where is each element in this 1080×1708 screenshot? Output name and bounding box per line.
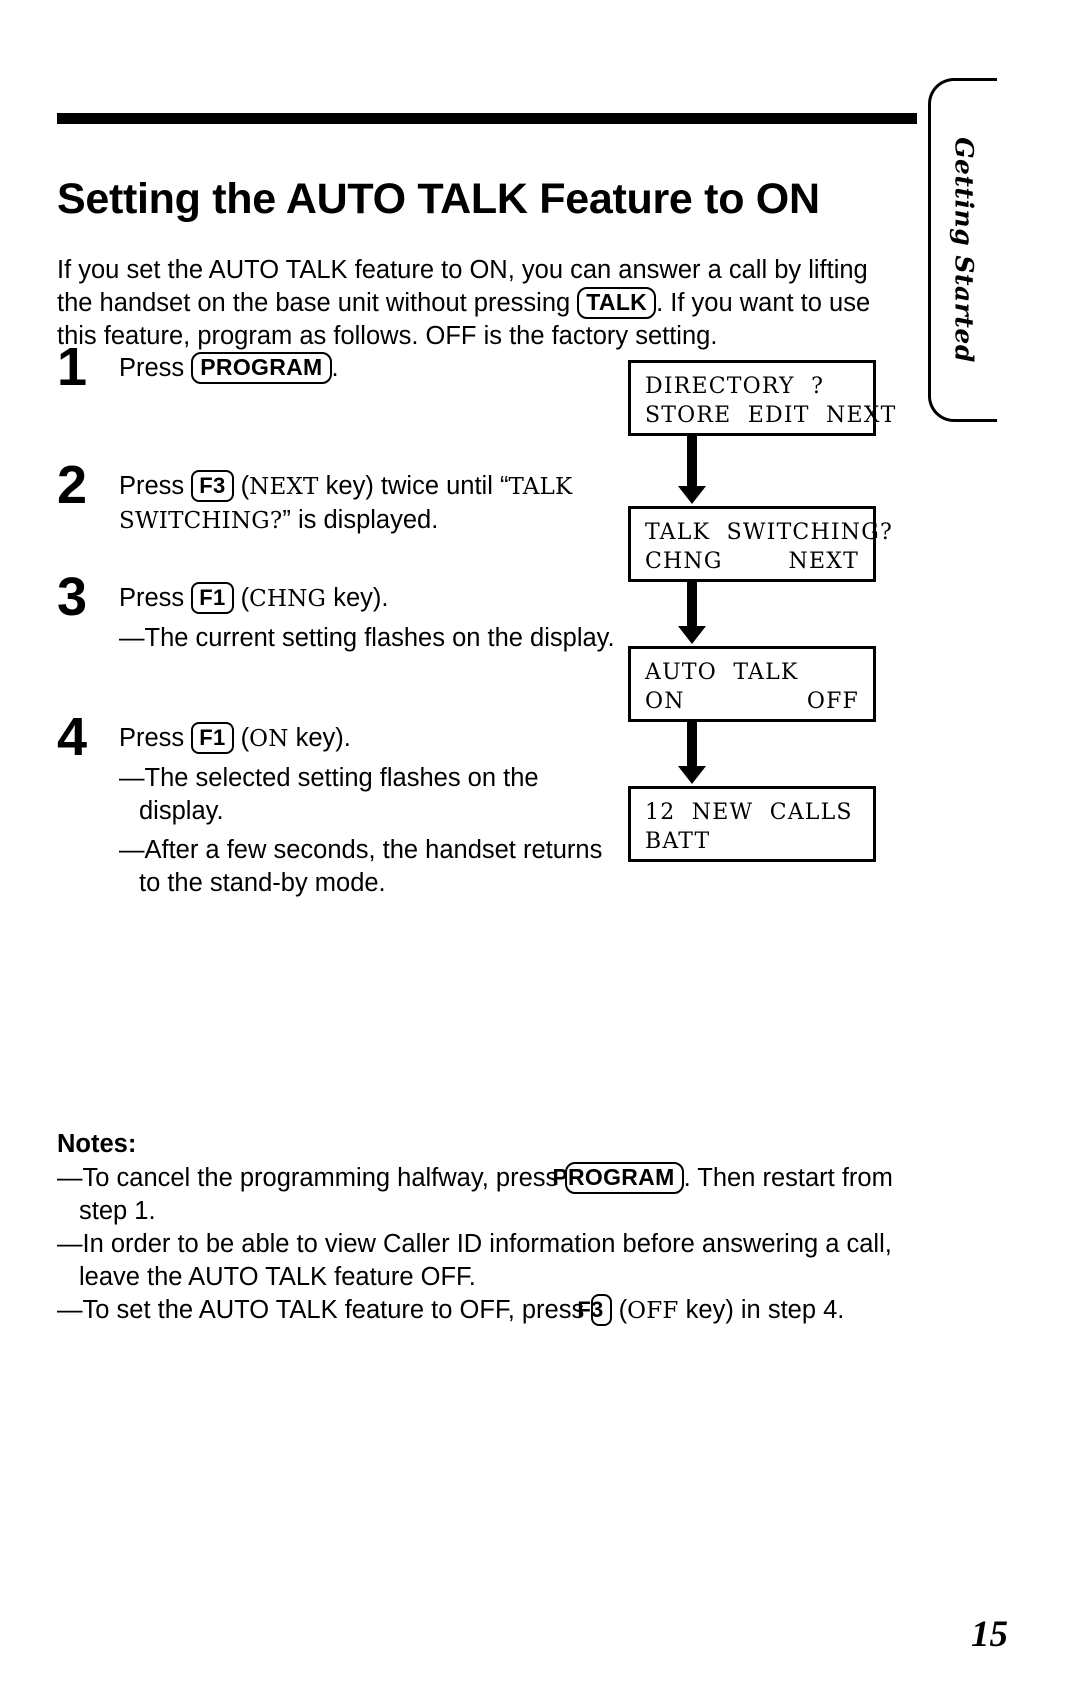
step-4-post: key). [288,724,351,752]
manual-page: Getting Started Setting the AUTO TALK Fe… [0,0,1080,1708]
step-3-post: key). [326,584,389,612]
step-3: 3 Press F1 (CHNG key). —The current sett… [57,570,617,722]
intro-paragraph: If you set the AUTO TALK feature to ON, … [57,254,903,353]
lcd-4-line-2: BATT [645,829,711,854]
step-3-pre: Press [119,584,192,612]
step-2-key-name: NEXT [249,474,319,500]
step-1-post: . [331,354,339,382]
notes-title: Notes: [57,1130,137,1158]
note-3-post: key) in step 4. [678,1296,845,1324]
flow-arrow-3 [678,722,706,784]
step-4-bullet-2: —After a few seconds, the handset return… [119,836,603,897]
key-f1-step3: F1 [191,582,234,614]
step-3-bullet-1: —The current setting flashes on the disp… [119,624,615,652]
key-f1-step4: F1 [191,722,234,754]
lcd-1-line-1: DIRECTORY ? [645,374,825,399]
step-4-bullet-1: —The selected setting flashes on the dis… [119,764,539,825]
notes-section: Notes: —To cancel the programming halfwa… [57,1128,917,1328]
key-f3-note3: F3 [577,1294,612,1326]
page-number: 15 [971,1614,1008,1655]
step-2-text: Press F3 (NEXT key) twice until “TALK SW… [119,470,617,538]
step-2: 2 Press F3 (NEXT key) twice until “TALK … [57,458,617,582]
note-3-key-name: OFF [627,1298,679,1324]
header-rule [57,113,917,124]
step-4-text: Press F1 (ON key). [119,722,617,756]
key-program-note1: PROGRAM [552,1162,684,1194]
step-3-mid: ( [233,584,250,612]
step-4-number: 4 [57,707,88,767]
lcd-2-line-2: CHNG NEXT [645,547,859,576]
step-3-text: Press F1 (CHNG key). [119,582,617,616]
note-3-pre: —To set the AUTO TALK feature to OFF, pr… [57,1296,592,1324]
step-1: 1 Press PROGRAM. [57,340,617,470]
step-3-number: 3 [57,567,88,627]
steps-list: 1 Press PROGRAM. 2 Press F3 (NEXT key) t… [57,340,617,912]
step-1-number: 1 [57,337,88,397]
step-2-post: key) twice until “ [318,472,509,500]
flow-arrow-1 [678,436,706,504]
lcd-4-line-1: 12 NEW CALLS [645,800,853,825]
step-4-pre: Press [119,724,192,752]
lcd-screen-3: AUTO TALK ON OFF [628,646,876,722]
note-item-2: —In order to be able to view Caller ID i… [57,1230,892,1291]
step-1-text: Press PROGRAM. [119,352,617,385]
key-f3-step2: F3 [191,470,234,502]
step-2-number: 2 [57,455,88,515]
step-4-bullets: —The selected setting flashes on the dis… [119,762,617,900]
page-title: Setting the AUTO TALK Feature to ON [57,174,820,223]
key-program-step1: PROGRAM [191,352,332,384]
note-item-1: —To cancel the programming halfway, pres… [57,1162,917,1228]
section-tab-label: Getting Started [949,137,979,363]
step-2-tail: ” is displayed. [282,506,439,534]
step-4-mid: ( [233,724,250,752]
lcd-3-line-2-left: ON [645,689,685,714]
lcd-3-line-2: ON OFF [645,687,859,716]
note-1-pre: —To cancel the programming halfway, pres… [57,1164,566,1192]
lcd-2-line-1: TALK SWITCHING? [645,520,893,545]
step-2-pre: Press [119,472,192,500]
step-3-bullets: —The current setting flashes on the disp… [119,622,617,655]
lcd-screen-2: TALK SWITCHING? CHNG NEXT [628,506,893,582]
section-tab-getting-started: Getting Started [928,78,997,422]
lcd-screen-1: DIRECTORY ? STORE EDIT NEXT [628,360,897,436]
step-1-pre: Press [119,354,192,382]
flow-arrow-2 [678,582,706,644]
step-2-mid: ( [233,472,250,500]
note-3-mid: ( [611,1296,628,1324]
lcd-2-line-2-left: CHNG [645,549,723,574]
note-item-3: —To set the AUTO TALK feature to OFF, pr… [57,1294,917,1328]
lcd-3-line-1: AUTO TALK [645,660,799,685]
step-4: 4 Press F1 (ON key). —The selected setti… [57,710,617,912]
lcd-3-line-2-right: OFF [806,689,859,714]
step-4-key-name: ON [249,726,289,752]
lcd-1-line-2: STORE EDIT NEXT [645,403,897,428]
lcd-2-line-2-right: NEXT [788,549,859,574]
step-3-key-name: CHNG [249,586,327,612]
lcd-screen-4: 12 NEW CALLS BATT [628,786,876,862]
key-talk: TALK [577,286,657,319]
